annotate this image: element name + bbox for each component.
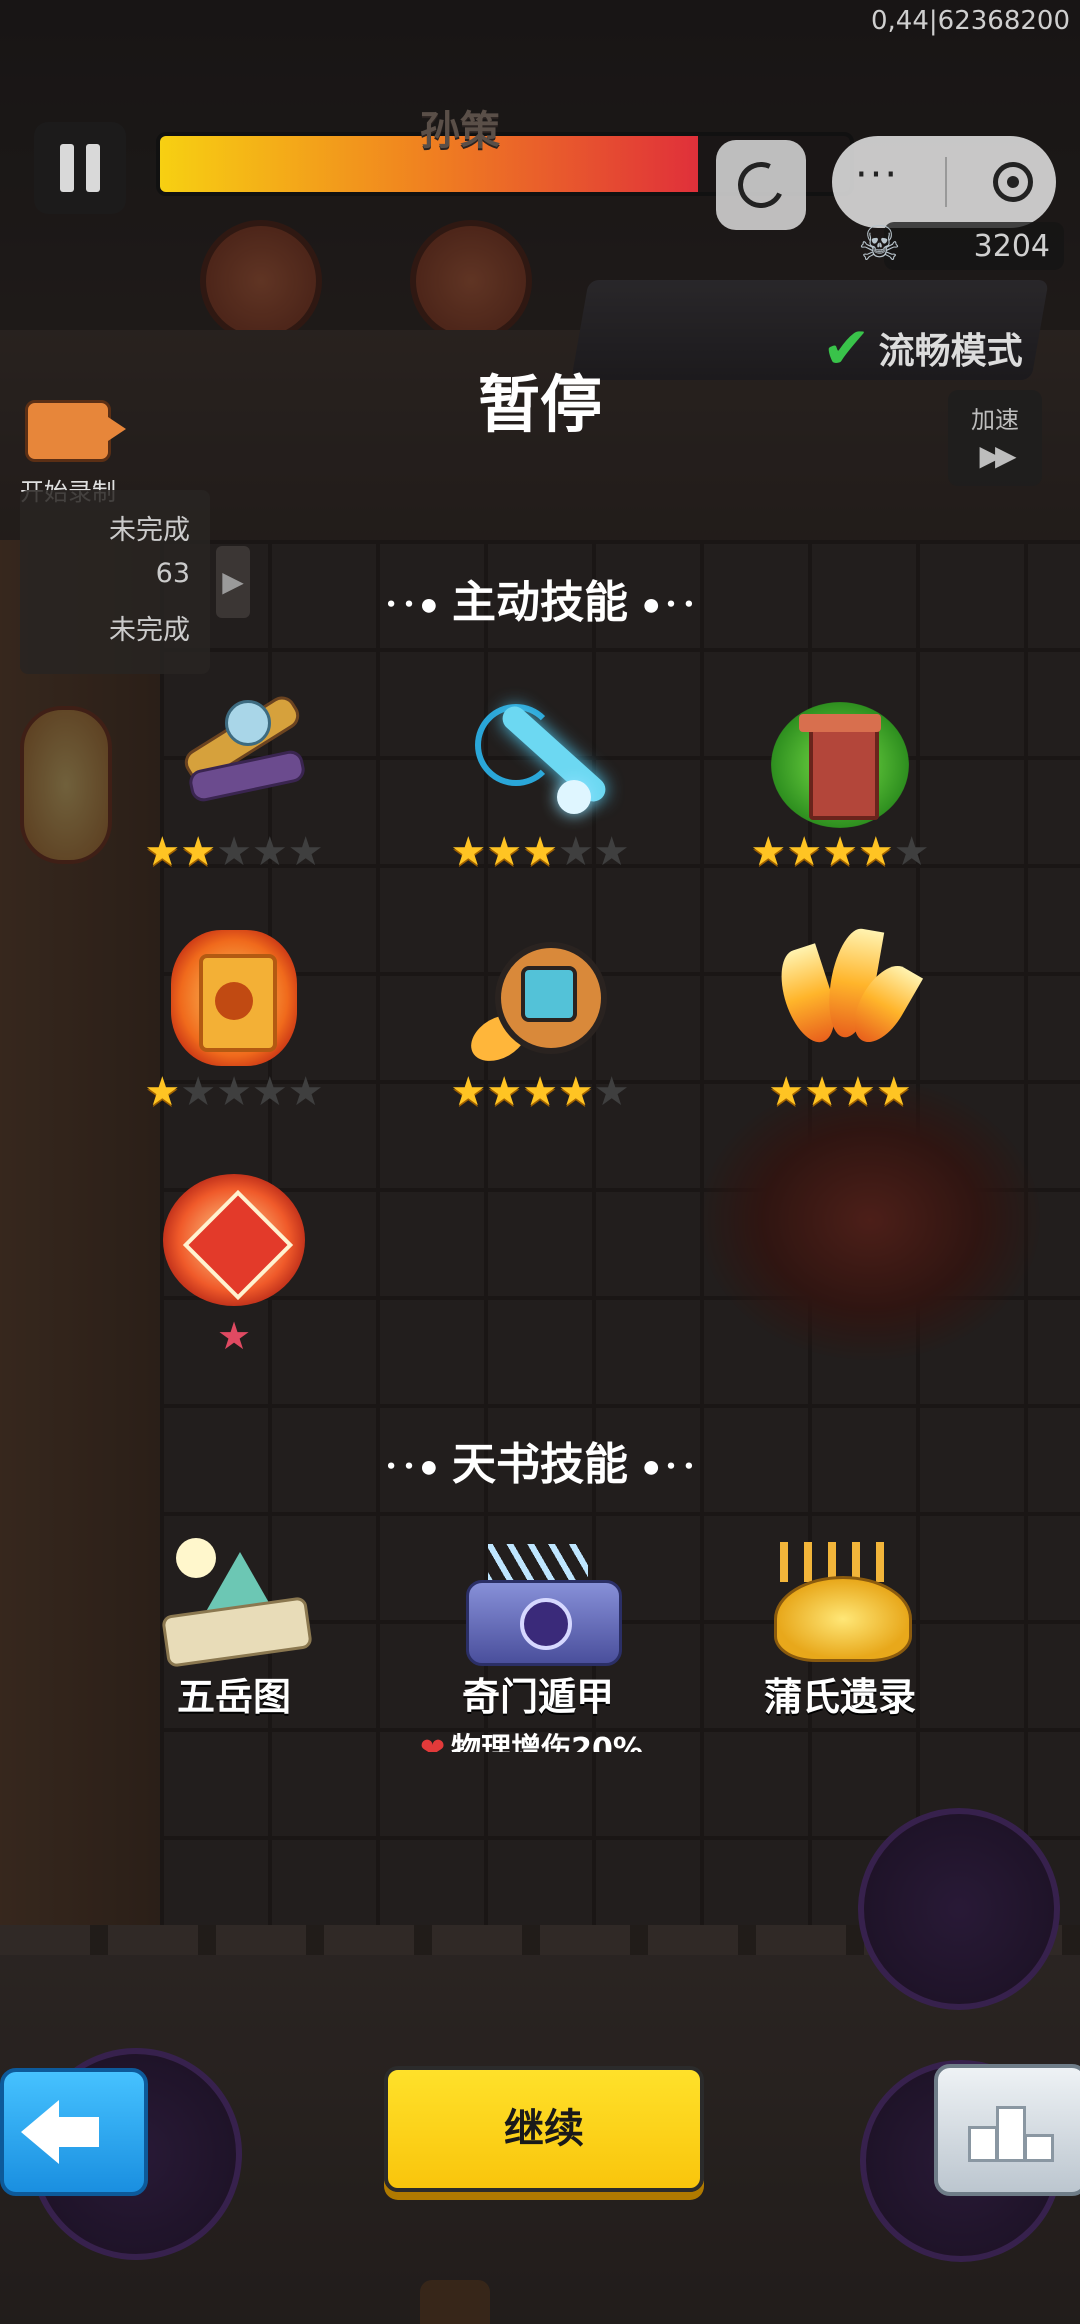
active-skill-1[interactable]: ★★★★★ <box>124 682 344 872</box>
star-empty-icon: ★ <box>180 1069 217 1115</box>
star-filled-icon: ★ <box>768 1069 805 1115</box>
star-filled-icon: ★ <box>522 1069 558 1115</box>
back-arrow-icon <box>21 2100 59 2164</box>
rocket-icon <box>463 922 615 1072</box>
star-empty-icon: ★ <box>893 829 930 875</box>
active-skill-4[interactable]: ★★★★★ <box>124 922 344 1112</box>
mountain-scroll-icon <box>154 1536 314 1668</box>
star-empty-icon: ★ <box>251 829 288 875</box>
star-empty-icon: ★ <box>593 1069 630 1115</box>
pause-title: 暂停 <box>477 368 602 441</box>
active-skill-2[interactable]: ★★★★★ <box>430 682 650 872</box>
crossbow-icon <box>159 682 309 832</box>
star-empty-icon: ★ <box>287 1069 324 1115</box>
book-skills-header: • • ● 天书技能 ● • • <box>385 1439 695 1490</box>
task-status-1: 未完成 <box>109 515 190 546</box>
star-filled-icon: ★ <box>522 829 558 875</box>
star-filled-icon: ★ <box>486 1069 523 1115</box>
skill-stars: ★★★★★ <box>124 832 344 872</box>
active-skill-7[interactable]: ★ <box>124 1166 344 1356</box>
star-filled-icon: ★ <box>875 1069 912 1115</box>
star-filled-icon: ★ <box>804 1069 840 1115</box>
skill-stars: ★★★★★ <box>124 1072 344 1112</box>
active-skill-5[interactable]: ★★★★★ <box>430 922 650 1112</box>
ice-sword-icon <box>465 682 615 832</box>
star-filled-icon: ★ <box>486 829 523 875</box>
book-skill-2[interactable]: 奇门遁甲 <box>418 1536 658 1721</box>
active-skill-6[interactable]: ★★★★ <box>730 922 950 1112</box>
golden-armor-icon <box>760 1536 920 1666</box>
active-skill-3[interactable]: ★★★★★ <box>730 682 950 872</box>
buff-text: ❤ 物理增伤20% <box>420 1724 643 1752</box>
skull-icon: ☠ <box>858 216 902 272</box>
star-filled-icon: ★ <box>180 829 217 875</box>
pacman-icon <box>731 155 791 215</box>
capsule-game-button[interactable] <box>716 140 806 230</box>
flame-feather-icon <box>765 922 924 1072</box>
star-filled-icon: ★ <box>840 1069 876 1115</box>
star-empty-icon: ★ <box>251 1069 288 1115</box>
star-empty-icon: ★ <box>287 829 324 875</box>
miniprogram-capsule: ··· <box>832 136 1056 228</box>
star-filled-icon: ★ <box>144 829 181 875</box>
star-filled-icon: ★ <box>750 829 787 875</box>
more-menu-icon[interactable]: ··· <box>855 152 899 198</box>
star-empty-icon: ★ <box>557 829 594 875</box>
book-skill-3[interactable]: 蒲氏遗录 <box>720 1536 960 1721</box>
jade-tower-icon <box>765 682 915 832</box>
star-filled-icon: ★ <box>216 1314 252 1358</box>
leaderboard-button[interactable] <box>934 2064 1080 2196</box>
heart-icon: ❤ <box>420 1732 446 1752</box>
star-empty-icon: ★ <box>216 829 252 875</box>
back-button[interactable] <box>0 2068 148 2196</box>
shuriken-icon <box>159 1166 309 1316</box>
star-filled-icon: ★ <box>786 829 823 875</box>
book-skill-1[interactable]: 五岳图 <box>114 1536 354 1721</box>
star-filled-icon: ★ <box>450 1069 487 1115</box>
kill-counter: ☠ 3204 <box>858 216 1064 272</box>
star-filled-icon: ★ <box>822 829 858 875</box>
close-target-icon[interactable] <box>993 162 1033 202</box>
session-id: 0,44|62368200 <box>871 6 1070 36</box>
active-skills-header: • • ● 主动技能 ● • • <box>385 577 695 628</box>
skill-stars: ★★★★★ <box>430 832 650 872</box>
skill-stars: ★★★★★ <box>730 832 950 872</box>
skill-stars: ★★★★★ <box>430 1072 650 1112</box>
continue-button[interactable]: 继续 <box>384 2066 704 2192</box>
star-filled-icon: ★ <box>450 829 487 875</box>
skill-stars: ★ <box>124 1316 344 1356</box>
star-filled-icon: ★ <box>144 1069 181 1115</box>
star-filled-icon: ★ <box>557 1069 594 1115</box>
star-filled-icon: ★ <box>857 829 894 875</box>
qimen-book-icon <box>458 1536 622 1666</box>
pause-button[interactable] <box>34 122 126 214</box>
boss-name: 孙策 <box>420 108 500 154</box>
star-empty-icon: ★ <box>593 829 630 875</box>
skill-stars: ★★★★ <box>730 1072 950 1112</box>
star-empty-icon: ★ <box>216 1069 252 1115</box>
fire-scroll-icon <box>159 922 309 1072</box>
